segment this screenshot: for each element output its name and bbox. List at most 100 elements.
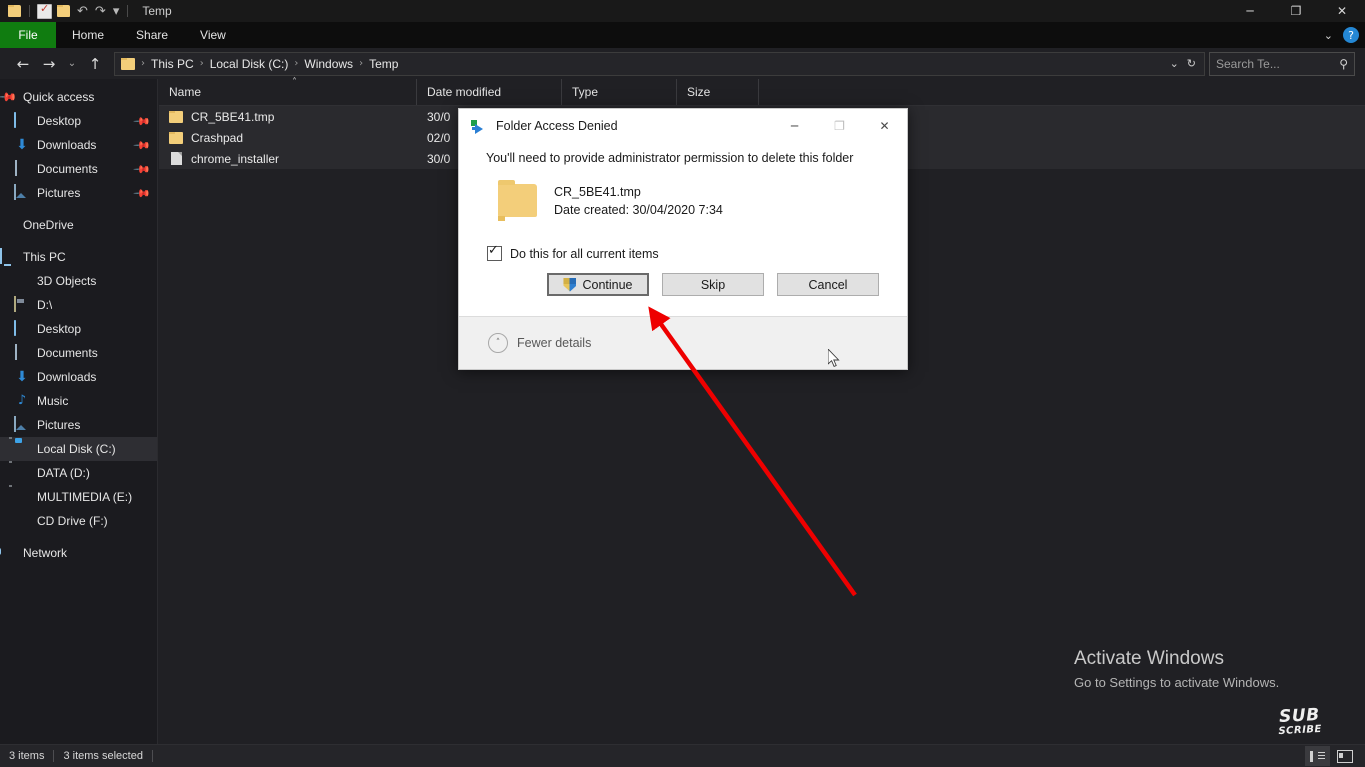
item-details: CR_5BE41.tmp Date created: 30/04/2020 7:… [554, 182, 723, 217]
column-header-type[interactable]: Type [562, 79, 677, 105]
dialog-maximize-button[interactable]: ❐ [817, 110, 862, 142]
tab-view[interactable]: View [184, 22, 242, 48]
tiles-view-button[interactable] [1332, 746, 1357, 766]
pin-icon[interactable]: 📌 [133, 160, 152, 179]
forward-button[interactable]: → [36, 51, 62, 77]
sidebar-item-music[interactable]: ♪ Music [0, 389, 157, 413]
skip-button[interactable]: Skip [662, 273, 764, 296]
details-view-icon [1310, 750, 1325, 762]
window-title: Temp [142, 4, 172, 18]
sidebar-item-3d-objects[interactable]: 3D Objects [0, 269, 157, 293]
dialog-buttons: Continue Skip Cancel [486, 273, 880, 296]
dialog-minimize-button[interactable]: ─ [772, 110, 817, 142]
pin-icon: 📌 [0, 86, 19, 108]
sidebar-item-label: Downloads [37, 370, 97, 384]
column-header-label: Date modified [427, 85, 502, 99]
details-view-button[interactable] [1305, 746, 1330, 766]
column-header-label: Name [169, 85, 202, 99]
sidebar-item-local-disk-c[interactable]: Local Disk (C:) [0, 437, 157, 461]
breadcrumb-windows[interactable]: Windows [300, 57, 357, 71]
breadcrumb-local-disk[interactable]: Local Disk (C:) [206, 57, 293, 71]
sidebar-item-quick-access[interactable]: 📌 Quick access [0, 85, 157, 109]
sidebar-item-onedrive[interactable]: OneDrive [0, 213, 157, 237]
sidebar-item-desktop-2[interactable]: Desktop [0, 317, 157, 341]
properties-icon[interactable] [37, 2, 52, 19]
subscribe-logo: SUB SCRIBE [1277, 705, 1322, 737]
breadcrumb-separator: › [294, 58, 299, 69]
minimize-button[interactable]: ─ [1227, 0, 1273, 22]
new-folder-icon[interactable] [57, 5, 71, 17]
checkbox-icon[interactable] [487, 243, 502, 261]
pin-icon[interactable]: 📌 [133, 136, 152, 155]
disk-icon [14, 296, 30, 313]
sidebar-item-cd-drive-f[interactable]: CD Drive (F:) [0, 509, 157, 533]
sidebar-item-d-drive[interactable]: D:\ [0, 293, 157, 317]
folder-access-denied-dialog: Folder Access Denied ─ ❐ ✕ You'll need t… [458, 108, 908, 370]
do-this-for-all-checkbox-row[interactable]: Do this for all current items [486, 243, 880, 261]
dialog-window-controls: ─ ❐ ✕ [772, 110, 907, 142]
undo-icon[interactable]: ↶ [76, 5, 89, 18]
pin-icon[interactable]: 📌 [133, 184, 152, 203]
sidebar-item-pictures-2[interactable]: Pictures [0, 413, 157, 437]
this-pc-icon [0, 248, 16, 265]
sidebar-item-multimedia-e[interactable]: MULTIMEDIA (E:) [0, 485, 157, 509]
sidebar-item-data-d[interactable]: DATA (D:) [0, 461, 157, 485]
maximize-button[interactable]: ❐ [1273, 0, 1319, 22]
view-buttons [1305, 746, 1365, 766]
chevron-down-icon[interactable]: ⌄ [1170, 57, 1179, 70]
sidebar-item-network[interactable]: Network [0, 541, 157, 565]
sidebar-item-documents[interactable]: Documents 📌 [0, 157, 157, 181]
back-button[interactable]: ← [10, 51, 36, 77]
sidebar-item-documents-2[interactable]: Documents [0, 341, 157, 365]
breadcrumb-temp[interactable]: Temp [365, 57, 402, 71]
file-name: chrome_installer [191, 151, 280, 166]
dialog-body: You'll need to provide administrator per… [459, 143, 907, 296]
sidebar-item-this-pc[interactable]: This PC [0, 245, 157, 269]
redo-icon[interactable]: ↷ [94, 5, 107, 18]
up-button[interactable]: ↑ [82, 51, 108, 77]
folder-icon[interactable] [8, 5, 22, 17]
address-bar: ← → ⌄ ↑ › This PC › Local Disk (C:) › Wi… [0, 48, 1365, 79]
help-icon[interactable]: ? [1343, 27, 1359, 43]
breadcrumb[interactable]: › This PC › Local Disk (C:) › Windows › … [114, 51, 1205, 76]
breadcrumb-separator: › [199, 58, 204, 69]
sidebar-item-pictures[interactable]: Pictures 📌 [0, 181, 157, 205]
sidebar-item-label: Pictures [37, 418, 81, 432]
pin-icon[interactable]: 📌 [133, 112, 152, 131]
sidebar-item-desktop[interactable]: Desktop 📌 [0, 109, 157, 133]
search-input[interactable]: Search Te... ⚲ [1209, 51, 1355, 76]
refresh-icon[interactable]: ↻ [1187, 57, 1196, 70]
close-button[interactable]: ✕ [1319, 0, 1365, 22]
sidebar-item-label: Music [37, 394, 69, 408]
column-header-date-modified[interactable]: Date modified [417, 79, 562, 105]
dialog-close-button[interactable]: ✕ [862, 110, 907, 142]
recent-locations-button[interactable]: ⌄ [62, 51, 82, 77]
tab-share[interactable]: Share [120, 22, 184, 48]
breadcrumb-separator: › [359, 58, 364, 69]
title-bar: ↶ ↷ ▾ Temp ─ ❐ ✕ [0, 0, 1365, 22]
file-icon [171, 152, 182, 165]
skip-button-label: Skip [700, 277, 726, 292]
customize-toolbar-icon[interactable]: ▾ [112, 5, 121, 18]
column-header-name[interactable]: Name ˄ [159, 77, 417, 105]
sort-ascending-icon: ˄ [292, 77, 297, 88]
fewer-details-link[interactable]: Fewer details [517, 336, 591, 350]
item-name: CR_5BE41.tmp [554, 185, 641, 199]
sidebar-item-label: Quick access [23, 90, 95, 104]
sidebar-item-label: Desktop [37, 114, 82, 128]
tab-file[interactable]: File [0, 22, 56, 48]
checkbox-label: Do this for all current items [510, 246, 659, 261]
cancel-button[interactable]: Cancel [777, 273, 879, 296]
sidebar-item-downloads-2[interactable]: ⬇ Downloads [0, 365, 157, 389]
expand-ribbon-icon[interactable]: ⌄ [1324, 29, 1333, 42]
tab-home[interactable]: Home [56, 22, 120, 48]
chevron-up-icon[interactable]: ˄ [488, 333, 508, 353]
sidebar-item-label: DATA (D:) [37, 466, 90, 480]
column-header-size[interactable]: Size [677, 79, 759, 105]
breadcrumb-this-pc[interactable]: This PC [147, 57, 198, 71]
continue-button[interactable]: Continue [547, 273, 649, 296]
sidebar-item-downloads[interactable]: ⬇ Downloads 📌 [0, 133, 157, 157]
search-icon[interactable]: ⚲ [1339, 57, 1348, 71]
